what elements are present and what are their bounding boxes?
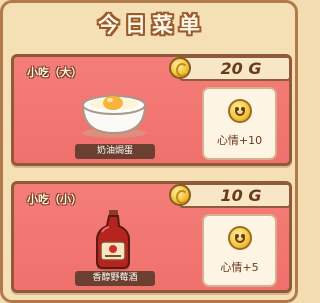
effect-box: 心情+5 (202, 214, 277, 287)
menu-item-name: 小吃（大） (27, 66, 82, 79)
effect-box: 心情+10 (202, 87, 277, 160)
dish-name-label: 香醇野莓酒 (75, 271, 155, 286)
menu-item-name: 小吃（小） (27, 193, 82, 206)
menu-item-card-small-snack[interactable]: 小吃（小） 10 G 香醇野莓酒 心情+5 (11, 181, 292, 293)
effect-text: 心情+5 (220, 261, 259, 274)
dish-image: 奶油焗蛋 (69, 81, 159, 161)
dish-image: 香醇野莓酒 (69, 208, 159, 288)
price-value: 20 G (179, 56, 291, 81)
menu-panel: 今日菜单 小吃（大） 20 G 奶油焗蛋 心情+10 小吃（小） 10 G 香醇… (0, 0, 298, 303)
effect-text: 心情+10 (216, 134, 263, 147)
menu-item-card-large-snack[interactable]: 小吃（大） 20 G 奶油焗蛋 心情+10 (11, 54, 292, 166)
price-tag: 20 G (169, 56, 291, 82)
gold-coin-icon (169, 184, 191, 206)
berry-wine-bottle-icon (96, 210, 130, 271)
baked-egg-icon (81, 95, 147, 138)
menu-title: 今日菜单 (98, 13, 206, 37)
smiley-icon (228, 226, 252, 250)
dish-name-label: 奶油焗蛋 (75, 144, 155, 159)
price-tag: 10 G (169, 183, 291, 209)
price-value: 10 G (179, 183, 291, 208)
smiley-icon (228, 99, 252, 123)
gold-coin-icon (169, 57, 191, 79)
